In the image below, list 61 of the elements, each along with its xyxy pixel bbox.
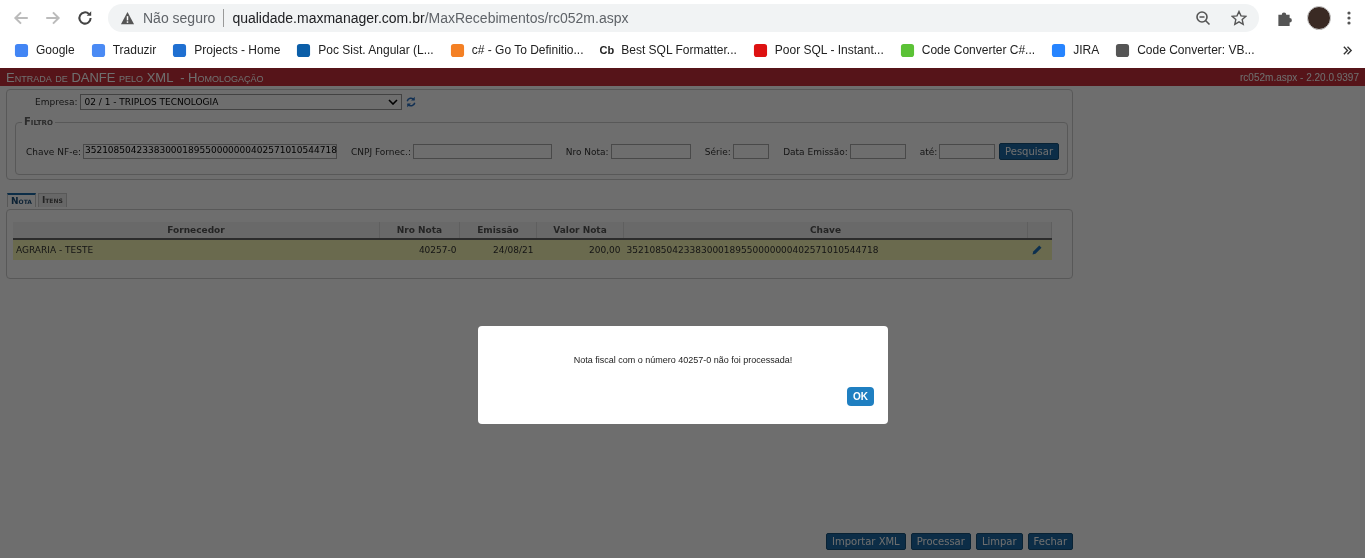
bookmark-link[interactable]: Google xyxy=(14,42,75,58)
input-field[interactable] xyxy=(849,144,906,159)
bookmark-link[interactable]: Traduzir xyxy=(90,42,157,58)
company-select[interactable]: 02 / 1 - TRIPLOS TECNOLOGIA xyxy=(80,94,403,110)
input-field[interactable] xyxy=(610,144,691,159)
forward-icon[interactable] xyxy=(44,9,62,27)
field-label: Série: xyxy=(704,146,731,157)
field-label: até: xyxy=(919,146,938,157)
pencil-icon[interactable] xyxy=(1030,244,1043,256)
input-field[interactable] xyxy=(732,144,770,159)
chevron-icon[interactable] xyxy=(1342,44,1353,56)
column-header: Fornecedor xyxy=(13,222,380,239)
input-field[interactable]: 35210850423383000189550000000402571010544718 xyxy=(82,144,337,159)
warning-icon xyxy=(120,10,135,26)
chevron-down-icon xyxy=(388,99,399,105)
field-label: Empresa: xyxy=(35,97,78,107)
reload-icon[interactable] xyxy=(76,9,94,27)
column-header: Nro Nota xyxy=(379,222,460,239)
bookmark-link[interactable]: Cb Best SQL Formatter... xyxy=(599,43,737,57)
column-header xyxy=(1027,222,1052,239)
bookmark-link[interactable]: Code Converter: VB... xyxy=(1115,42,1255,58)
menu-icon[interactable] xyxy=(1347,10,1351,26)
bookmark-icon xyxy=(899,42,915,58)
page-title: Entrada de DANFE pelo XML - Homologação xyxy=(6,69,264,85)
bookmark-link[interactable]: Code Converter C#... xyxy=(899,42,1036,58)
bookmark-link[interactable]: Projects - Home xyxy=(172,42,281,58)
table-cell: 35210850423383000189550000000402571010544718 xyxy=(623,239,1028,260)
url-text: qualidade.maxmanager.com.br/MaxRecebimentos/rc052m.aspx xyxy=(232,10,629,26)
version-label: rc052m.aspx - 2.20.0.9397 xyxy=(1240,71,1359,83)
bookmark-link[interactable]: JIRA xyxy=(1051,42,1100,58)
bookmark-icon xyxy=(296,42,312,58)
bookmark-link[interactable]: c# - Go To Definitio... xyxy=(449,42,584,58)
star-icon[interactable] xyxy=(1231,10,1247,26)
input-field[interactable] xyxy=(939,144,996,159)
column-header: Chave xyxy=(623,222,1028,239)
bookmark-icon xyxy=(752,42,768,58)
bookmark-icon xyxy=(1115,42,1131,58)
profile-avatar[interactable] xyxy=(1307,6,1331,30)
bookmark-link[interactable]: Poor SQL - Instant... xyxy=(752,42,884,58)
back-icon[interactable] xyxy=(12,9,30,27)
table-cell: AGRARIA - TESTE xyxy=(13,239,380,260)
refresh-icon[interactable] xyxy=(405,95,418,109)
field-label: Chave NF-e: xyxy=(26,146,81,157)
field-label: Nro Nota: xyxy=(565,146,609,157)
dialog-message: Nota fiscal com o número 40257-0 não foi processada! xyxy=(572,355,794,365)
field-label: Data Emissão: xyxy=(783,146,848,157)
bookmark-icon xyxy=(90,42,106,58)
input-field[interactable] xyxy=(412,144,552,159)
ok-button[interactable]: OK xyxy=(847,387,874,406)
bookmark-icon xyxy=(449,42,465,58)
bookmark-link[interactable]: Poc Sist. Angular (L... xyxy=(296,42,434,58)
column-header: Emissão xyxy=(459,222,537,239)
group-legend: Filtro xyxy=(22,116,55,127)
zoom-out-icon[interactable] xyxy=(1195,10,1211,26)
column-header: Valor Nota xyxy=(536,222,624,239)
bookmark-icon xyxy=(14,42,29,58)
bookmark-icon xyxy=(1051,42,1067,58)
security-label: Não seguro xyxy=(143,10,216,26)
field-label: CNPJ Fornec.: xyxy=(350,146,411,157)
bookmark-icon xyxy=(172,42,188,58)
address-bar[interactable]: Não seguro qualidade.maxmanager.com.br/MaxRecebimentos/rc052m.aspx xyxy=(108,4,1259,32)
